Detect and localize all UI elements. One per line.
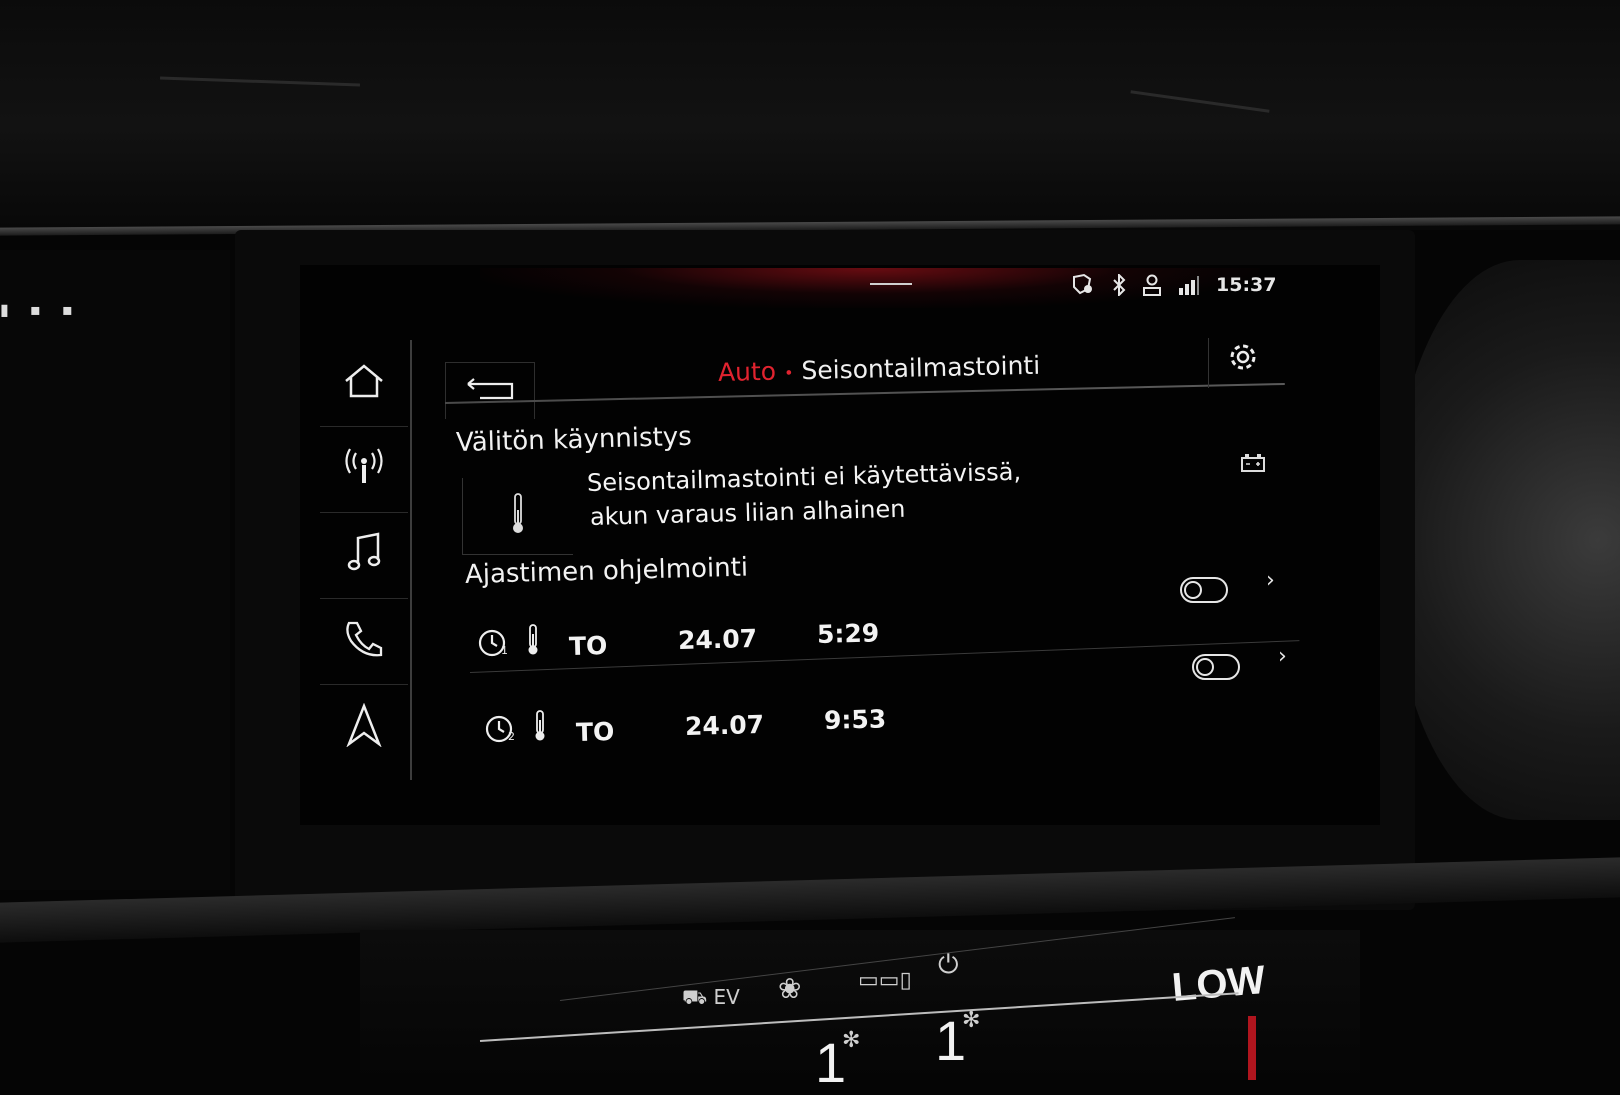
- toggle-knob: [1196, 658, 1214, 676]
- eco-mode-button[interactable]: ❀: [778, 972, 801, 1005]
- temperature-indicator: [1248, 1016, 1256, 1080]
- parking-assist-button[interactable]: ▭▭▯: [858, 968, 912, 993]
- breadcrumb-parent[interactable]: Auto: [718, 357, 777, 387]
- instant-start-button[interactable]: [462, 478, 573, 555]
- music-note-icon: [346, 532, 382, 578]
- toggle-knob: [1184, 581, 1202, 599]
- dashboard-top: [0, 0, 1620, 230]
- timer-index: 1: [501, 644, 508, 657]
- ev-label: EV: [713, 985, 740, 1009]
- signal-icon: [1178, 274, 1200, 296]
- eco-icon: ❀: [778, 972, 802, 1005]
- chevron-right-icon[interactable]: ›: [1278, 644, 1287, 669]
- side-navigation: [320, 340, 412, 780]
- timer-row[interactable]: 1 TO 24.07 5:29: [475, 612, 1275, 672]
- drag-handle[interactable]: [870, 283, 912, 285]
- status-bar: 15:37: [1070, 272, 1276, 298]
- thermometer-icon: [508, 492, 528, 540]
- back-button[interactable]: [445, 362, 535, 419]
- timer-date: 24.07: [684, 709, 765, 741]
- chevron-right-icon[interactable]: ›: [1266, 568, 1275, 593]
- timer-row[interactable]: 2 TO 24.07 9:53: [482, 698, 1282, 758]
- timer-day: TO: [568, 631, 608, 661]
- thermometer-icon: [532, 710, 548, 746]
- car-icon: ⛟: [682, 985, 708, 1009]
- header-separator: [1208, 338, 1209, 388]
- gear-icon: [1226, 344, 1260, 378]
- left-dash-panel: [0, 250, 230, 890]
- ev-mode-button[interactable]: ⛟ EV: [682, 985, 740, 1012]
- fan-icon: ✻: [842, 1028, 861, 1053]
- battery-icon: [1240, 452, 1268, 478]
- nav-home-button[interactable]: [320, 340, 408, 427]
- timer-time: 9:53: [823, 704, 887, 735]
- timer-time: 5:29: [816, 618, 880, 649]
- phone-icon: [343, 619, 385, 663]
- nav-phone-button[interactable]: [320, 598, 408, 685]
- fan-icon: ✻: [962, 1008, 981, 1033]
- start-stop-button[interactable]: ⏻: [938, 950, 959, 981]
- nav-navigation-button[interactable]: [320, 684, 408, 770]
- timer-date: 24.07: [677, 623, 758, 655]
- breadcrumb-separator: •: [783, 362, 794, 382]
- settings-button[interactable]: [1226, 340, 1260, 374]
- timer-day: TO: [575, 717, 615, 747]
- instant-start-title: Välitön käynnistys: [455, 421, 693, 458]
- bluetooth-icon: [1112, 274, 1126, 296]
- nav-media-button[interactable]: [320, 512, 408, 599]
- nav-radio-button[interactable]: [320, 426, 408, 513]
- parking-icon: ▭▭▯: [858, 968, 912, 993]
- location-alert-icon: [1070, 273, 1096, 297]
- user-profile-icon: [1142, 274, 1162, 296]
- navigation-arrow-icon: [346, 702, 382, 751]
- timer-toggle[interactable]: [1192, 654, 1240, 680]
- mode-low-label[interactable]: LOW: [1170, 958, 1267, 1011]
- timer-toggle[interactable]: [1180, 577, 1228, 603]
- clock: 15:37: [1216, 274, 1277, 296]
- home-icon: [342, 363, 386, 403]
- steering-wheel-edge: [1390, 260, 1620, 820]
- radio-antenna-icon: [342, 447, 386, 491]
- timer-index: 2: [508, 730, 515, 743]
- power-icon: ⏻: [938, 950, 959, 980]
- thermometer-icon: [525, 624, 541, 660]
- page-title: Seisontailmastointi: [801, 350, 1041, 386]
- indicator-leds: ▮ ▪ ▪: [0, 300, 81, 319]
